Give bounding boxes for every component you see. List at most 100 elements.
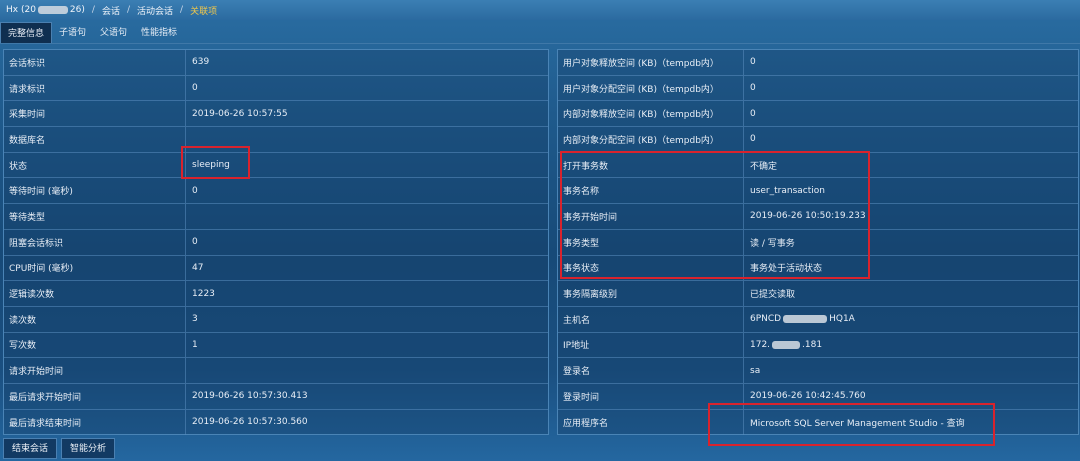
table-row: 用户对象释放空间 (KB)（tempdb内） 0	[558, 50, 1078, 76]
table-row: 请求标识 0	[4, 75, 548, 102]
breadcrumb-separator: /	[126, 5, 130, 15]
row-value-text: 2019-06-26 10:57:30.413	[192, 391, 308, 402]
table-row: 事务开始时间 2019-06-26 10:50:19.233	[558, 204, 1078, 230]
row-value: 639	[186, 50, 548, 75]
breadcrumb-item-active-session[interactable]: 活动会话	[137, 4, 173, 17]
tab-divider	[0, 43, 1080, 44]
row-value: 1	[186, 333, 548, 358]
table-row: 应用程序名 Microsoft SQL Server Management Stu…	[558, 409, 1078, 436]
row-label: 请求标识	[4, 75, 186, 101]
row-value: 0	[744, 76, 1078, 101]
session-info-table-right: 用户对象释放空间 (KB)（tempdb内） 0 用户对象分配空间 (KB)（tem…	[557, 49, 1079, 436]
row-value-text: 0	[192, 185, 198, 196]
host-suffix: 26)	[69, 5, 85, 15]
row-label: 阻塞会话标识	[4, 229, 186, 255]
table-row: 内部对象释放空间 (KB)（tempdb内） 0	[558, 101, 1078, 128]
row-label: 事务状态	[558, 255, 744, 281]
row-value-text: 0	[192, 237, 198, 248]
row-label: 会话标识	[4, 50, 186, 75]
row-value	[186, 127, 548, 152]
table-row: 打开事务数 不确定	[558, 152, 1078, 179]
row-label: 事务名称	[558, 178, 744, 204]
row-value: 0	[744, 50, 1078, 75]
table-row: 事务名称 user_transaction	[558, 178, 1078, 205]
table-row: 内部对象分配空间 (KB)（tempdb内） 0	[558, 127, 1078, 153]
table-row: 等待类型	[4, 204, 548, 230]
table-row: 等待时间 (毫秒) 0	[4, 178, 548, 205]
row-label: 用户对象释放空间 (KB)（tempdb内）	[558, 50, 744, 75]
end-session-button[interactable]: 结束会话	[3, 438, 58, 459]
table-row: IP地址 172. .181	[558, 332, 1078, 359]
row-value: 2019-06-26 10:57:30.413	[186, 384, 548, 409]
row-value: 2019-06-26 10:42:45.760	[744, 384, 1078, 409]
row-label: 写次数	[4, 332, 186, 358]
breadcrumb-separator: /	[91, 5, 95, 15]
row-value-text: 47	[192, 262, 204, 273]
row-value-text: 172.	[750, 339, 771, 350]
row-label: 打开事务数	[558, 152, 744, 178]
row-value: 已提交读取	[744, 281, 1078, 306]
row-value-text: 1223	[192, 288, 215, 299]
row-label: 最后请求开始时间	[4, 383, 186, 409]
table-row: 最后请求结束时间 2019-06-26 10:57:30.560	[4, 409, 548, 436]
row-value-text: 3	[192, 314, 198, 325]
row-label: 登录时间	[558, 383, 744, 409]
tab-child-statement[interactable]: 子语句	[52, 22, 93, 44]
redacted-block	[783, 315, 828, 324]
action-bar: 结束会话 智能分析	[0, 438, 1080, 461]
row-value-text: 已提交读取	[750, 290, 796, 301]
table-row: 逻辑读次数 1223	[4, 281, 548, 307]
row-value: 3	[186, 307, 548, 332]
breadcrumb-item-session[interactable]: 会话	[102, 4, 120, 17]
row-value: Microsoft SQL Server Management Studio -…	[744, 410, 1078, 436]
breadcrumb-host[interactable]: Hx (20 26)	[6, 5, 85, 15]
row-label: 用户对象分配空间 (KB)（tempdb内）	[558, 75, 744, 101]
row-value: 2019-06-26 10:57:55	[186, 101, 548, 126]
row-value	[186, 204, 548, 229]
row-value: 47	[186, 256, 548, 281]
row-value-text: 0	[750, 108, 756, 119]
row-value-text: 2019-06-26 10:57:55	[192, 108, 288, 119]
row-label: 逻辑读次数	[4, 281, 186, 306]
table-row: 最后请求开始时间 2019-06-26 10:57:30.413	[4, 383, 548, 410]
breadcrumb-separator: /	[180, 5, 184, 15]
row-value-text: 6PNCD	[750, 314, 782, 325]
row-value-text: 不确定	[750, 161, 778, 172]
table-row: 采集时间 2019-06-26 10:57:55	[4, 101, 548, 128]
session-info-table-left: 会话标识 639 请求标识 0 采集时间 2019-06-26 10:57:55 数据库名状…	[3, 49, 549, 436]
breadcrumb: Hx (20 26) / 会话 / 活动会话 / 关联项	[0, 0, 1080, 20]
tab-performance[interactable]: 性能指标	[134, 22, 184, 44]
row-label: IP地址	[558, 332, 744, 358]
row-value-text: sa	[750, 365, 761, 376]
tab-full-info[interactable]: 完整信息	[0, 22, 53, 44]
row-value-text: 2019-06-26 10:42:45.760	[750, 391, 866, 402]
redacted-block	[772, 340, 801, 349]
row-value	[186, 358, 548, 383]
row-value: sleeping	[186, 153, 548, 178]
breadcrumb-item-current: 关联项	[190, 6, 218, 17]
row-value-text: 0	[192, 83, 198, 94]
row-value: user_transaction	[744, 178, 1078, 203]
table-row: 状态 sleeping	[4, 152, 548, 179]
row-value-suffix: HQ1A	[829, 314, 855, 325]
table-row: 阻塞会话标识 0	[4, 229, 548, 256]
row-label: 最后请求结束时间	[4, 409, 186, 436]
table-row: 事务状态 事务处于活动状态	[558, 255, 1078, 282]
row-value-text: user_transaction	[750, 185, 825, 196]
row-label: 事务类型	[558, 229, 744, 255]
row-value: 172. .181	[744, 333, 1078, 358]
row-value-text: 2019-06-26 10:50:19.233	[750, 211, 866, 222]
row-label: 内部对象分配空间 (KB)（tempdb内）	[558, 127, 744, 152]
smart-analysis-button[interactable]: 智能分析	[61, 438, 116, 459]
row-value: 0	[744, 127, 1078, 152]
row-value-text: 639	[192, 57, 210, 68]
table-row: 请求开始时间	[4, 358, 548, 384]
row-label: CPU时间 (毫秒)	[4, 255, 186, 281]
redacted-block	[37, 5, 68, 14]
row-label: 状态	[4, 152, 186, 178]
row-label: 等待时间 (毫秒)	[4, 178, 186, 204]
host-prefix: Hx (20	[6, 5, 36, 15]
row-label: 采集时间	[4, 101, 186, 127]
tab-parent-statement[interactable]: 父语句	[93, 22, 134, 44]
row-value: 2019-06-26 10:57:30.560	[186, 410, 548, 436]
